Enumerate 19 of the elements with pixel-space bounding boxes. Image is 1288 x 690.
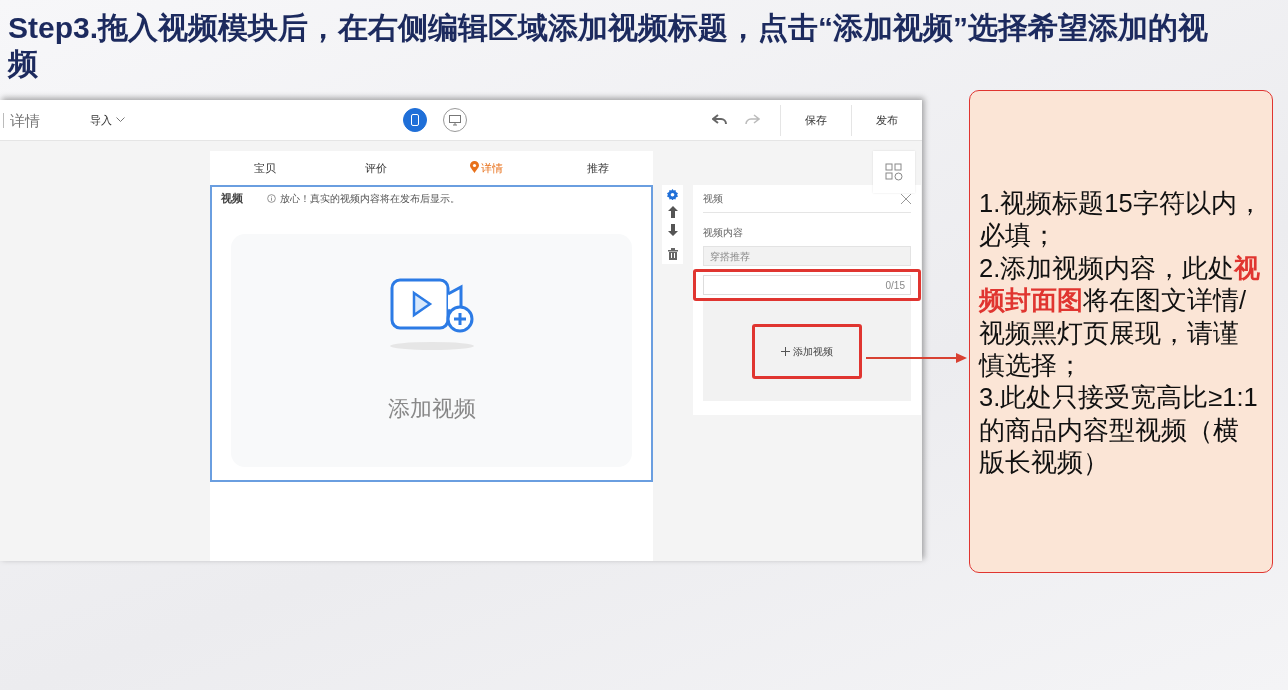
video-module[interactable]: 视频 放心！真实的视频内容将在发布后显示。 添加视频 — [210, 185, 653, 482]
char-counter: 0/15 — [885, 278, 905, 293]
tab[interactable]: 推荐 — [542, 158, 653, 178]
panel-title: 视频 — [703, 192, 723, 206]
page-title: 详情 — [3, 112, 40, 128]
field-label: 视频内容 — [703, 226, 744, 240]
toolbar-button[interactable]: 保存 — [780, 104, 851, 136]
notice-text: 放心！真实的视频内容将在发布后显示。 — [280, 191, 460, 206]
module-title: 视频 — [221, 191, 243, 206]
tab[interactable]: 宝贝 — [210, 158, 321, 178]
callout-text: 3.此处只接受宽高比≥1:1的商品内容型视频（横版长视频） — [979, 382, 1259, 478]
upload-label: 添加视频 — [387, 394, 476, 423]
slide-title: Step3.拖入视频模块后，在右侧编辑区域添加视频标题，点击“添加视频”选择希望添加的视频 — [6, 10, 1210, 82]
title-input[interactable]: 0/15 — [703, 275, 911, 295]
callout-text: 2.添加视频内容，此处视频封面图将在图文详情/视频黑灯页展现，请谨慎选择； — [979, 252, 1262, 381]
import-menu[interactable]: 导入 — [90, 104, 125, 136]
tab[interactable]: 评价 — [320, 158, 432, 178]
toolbar-button[interactable]: 发布 — [851, 104, 922, 136]
callout-text: 1.视频标题15字符以内，必填； — [979, 188, 1264, 252]
